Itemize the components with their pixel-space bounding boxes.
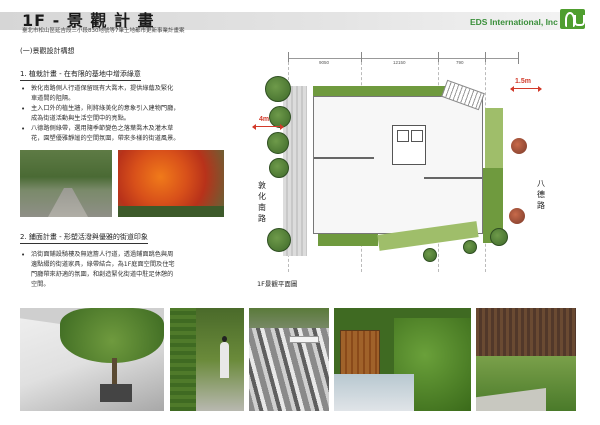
dimension-label: 12150: [393, 60, 406, 65]
green-strip: [318, 234, 378, 246]
section-heading: (一)景觀設計構想: [20, 47, 75, 55]
dimension-arrow: [252, 124, 284, 130]
bullet-item: 敦化南路側人行道保留既有大喬木，提供綠蔭及緊化 車道間的阻隔。: [20, 84, 235, 104]
tree-icon: [511, 138, 527, 154]
dimension-label: 1.5m: [515, 78, 531, 85]
paving-plan-heading: 2. 鋪面計畫 - 形塑活潑與優雅的街道印象: [20, 232, 148, 244]
tree-icon: [423, 248, 437, 262]
street-label-dunhua: 敦 化 南 路: [258, 181, 266, 223]
dimension-label: 790: [456, 60, 464, 65]
plaza-tree-photo: [20, 308, 164, 411]
green-wall-photo: [476, 308, 576, 411]
striped-paving-photo: [249, 308, 329, 411]
tree-icon: [267, 132, 289, 154]
wall: [314, 157, 374, 159]
green-strip: [313, 86, 445, 96]
grid-tick: [518, 52, 519, 64]
company-name: EDS International, Inc: [470, 17, 558, 27]
dimension-label: 9050: [319, 60, 330, 65]
building-footprint: [313, 96, 483, 234]
bullet-item: 沿街面鋪設騎樓及無遮簷人行道，透過鋪面跳色與周 邊點綴的街道家具，綠帶結合，為1…: [20, 250, 235, 290]
page-subtitle: 臺北市松山區延吉段三小段830地號等7筆土地都市更新事業計畫案: [22, 28, 185, 34]
tree-icon: [267, 228, 291, 252]
planting-bullets: 敦化南路側人行道保留既有大喬木，提供綠蔭及緊化 車道間的阻隔。 主入口外的植生牆…: [20, 84, 235, 144]
landscape-site-plan: 9050 12150 790 1.5m 4m 敦 化 南 路 八 德 路: [252, 48, 563, 273]
tree-icon: [463, 240, 477, 254]
tree-icon: [269, 158, 289, 178]
dimension-label: 4m: [259, 116, 270, 123]
tree-icon: [490, 228, 508, 246]
tree-icon: [509, 208, 525, 224]
wood-planter-photo: [334, 308, 471, 411]
green-strip: [485, 108, 503, 168]
tree-icon: [265, 76, 291, 102]
street-label-bade: 八 德 路: [537, 179, 545, 210]
eds-logo-icon: [560, 9, 585, 29]
building-core: [392, 125, 426, 165]
grid-line: [288, 58, 518, 59]
wall: [424, 177, 482, 179]
page-header: 1F - 景 觀 計 畫 臺北市松山區延吉段三小段830地號等7筆土地都市更新事…: [0, 0, 600, 34]
plan-caption: 1F景觀平面圖: [257, 280, 298, 288]
bullet-item: 主入口外的植生牆，則將綠美化的意象引入建物門廳， 成為街道活動與生活空間中的亮點…: [20, 104, 235, 124]
walkway-hedge-photo: [170, 308, 244, 411]
street-trees-photo: [20, 150, 112, 217]
planting-plan-heading: 1. 植栽計畫 - 在有限的基地中增添綠意: [20, 69, 141, 81]
paving-bullets: 沿街面鋪設騎樓及無遮簷人行道，透過鋪面跳色與周 邊點綴的街道家具，綠帶結合，為1…: [20, 250, 235, 290]
autumn-tree-photo: [118, 150, 224, 217]
dimension-arrow: [510, 86, 542, 92]
bullet-item: 八德路側綠帶，選用隨季節變色之落葉喬木及灌木草 花，園塑優雅靜謐的空間氛圍，帶來…: [20, 124, 235, 144]
